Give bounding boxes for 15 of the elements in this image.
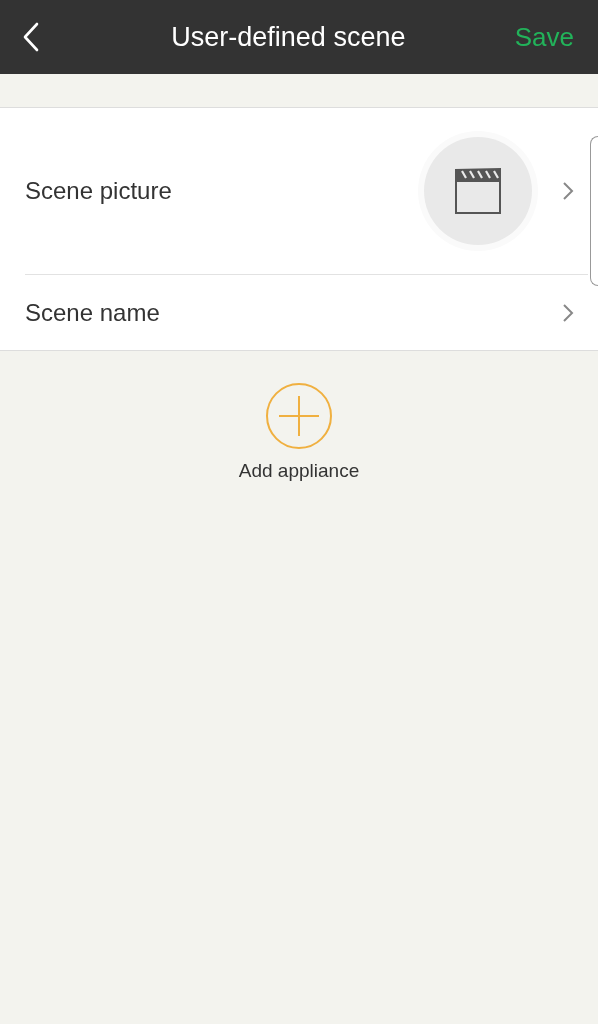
clapperboard-icon [452, 165, 504, 217]
chevron-icon [562, 302, 574, 323]
settings-row[interactable]: Scene picture [25, 108, 588, 274]
add-appliance-label: Add appliance [238, 460, 360, 482]
chevron-icon [562, 181, 574, 201]
edge-handle[interactable] [590, 136, 598, 286]
plus-icon [265, 382, 333, 450]
back-icon [22, 22, 40, 52]
save-button[interactable]: Save [514, 21, 574, 53]
add-button[interactable] [265, 382, 333, 450]
row-label: Scene picture [25, 177, 173, 205]
settings-row[interactable]: Scene name [25, 274, 588, 350]
screen-title: User-defined scene [170, 21, 407, 53]
row-label: Scene name [25, 298, 161, 327]
back-button[interactable] [22, 22, 40, 52]
